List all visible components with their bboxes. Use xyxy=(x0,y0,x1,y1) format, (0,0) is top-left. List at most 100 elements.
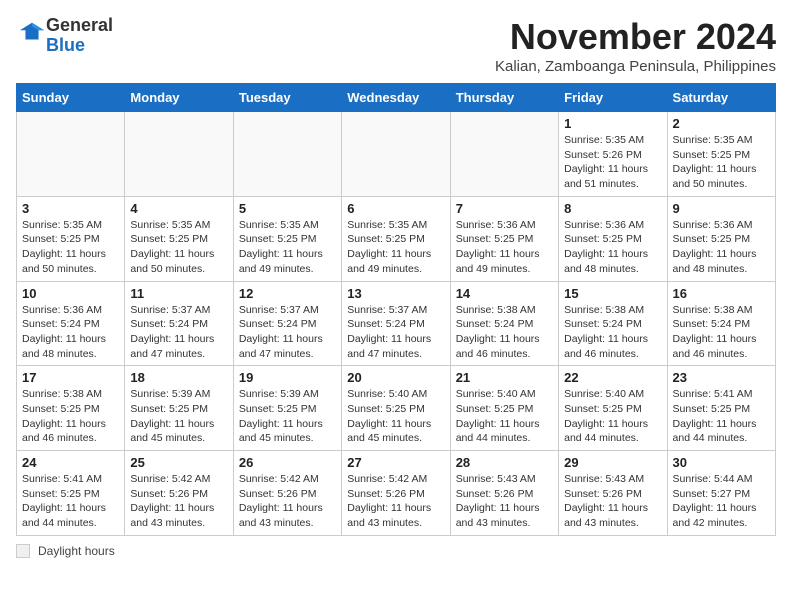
day-number: 9 xyxy=(673,201,770,216)
calendar-cell: 26 Sunrise: 5:42 AM Sunset: 5:26 PM Dayli… xyxy=(233,451,341,536)
calendar-week-1: 1 Sunrise: 5:35 AM Sunset: 5:26 PM Daylig… xyxy=(17,112,776,197)
day-number: 24 xyxy=(22,455,119,470)
day-info: Sunrise: 5:38 AM Sunset: 5:25 PM Dayligh… xyxy=(22,387,119,446)
location-subtitle: Kalian, Zamboanga Peninsula, Philippines xyxy=(495,58,776,75)
calendar-week-4: 17 Sunrise: 5:38 AM Sunset: 5:25 PM Dayli… xyxy=(17,366,776,451)
day-info: Sunrise: 5:35 AM Sunset: 5:26 PM Dayligh… xyxy=(564,133,661,192)
calendar-cell: 24 Sunrise: 5:41 AM Sunset: 5:25 PM Dayli… xyxy=(17,451,125,536)
day-number: 14 xyxy=(456,286,553,301)
calendar-cell xyxy=(342,112,450,197)
calendar-week-2: 3 Sunrise: 5:35 AM Sunset: 5:25 PM Daylig… xyxy=(17,196,776,281)
calendar-cell: 10Sunrise: 5:36 AM Sunset: 5:24 PM Dayli… xyxy=(17,281,125,366)
calendar-header-friday: Friday xyxy=(559,84,667,112)
calendar-cell: 4 Sunrise: 5:35 AM Sunset: 5:25 PM Daylig… xyxy=(125,196,233,281)
calendar-cell: 1 Sunrise: 5:35 AM Sunset: 5:26 PM Daylig… xyxy=(559,112,667,197)
calendar-cell: 23 Sunrise: 5:41 AM Sunset: 5:25 PM Dayli… xyxy=(667,366,775,451)
day-number: 18 xyxy=(130,370,227,385)
day-number: 3 xyxy=(22,201,119,216)
logo-bird-icon xyxy=(18,19,46,47)
calendar-cell: 2 Sunrise: 5:35 AM Sunset: 5:25 PM Daylig… xyxy=(667,112,775,197)
day-info: Sunrise: 5:39 AM Sunset: 5:25 PM Dayligh… xyxy=(239,387,336,446)
day-info: Sunrise: 5:35 AM Sunset: 5:25 PM Dayligh… xyxy=(239,218,336,277)
day-number: 22 xyxy=(564,370,661,385)
day-info: Sunrise: 5:40 AM Sunset: 5:25 PM Dayligh… xyxy=(347,387,444,446)
calendar-header-monday: Monday xyxy=(125,84,233,112)
calendar-cell: 9 Sunrise: 5:36 AM Sunset: 5:25 PM Daylig… xyxy=(667,196,775,281)
calendar-cell: 15 Sunrise: 5:38 AM Sunset: 5:24 PM Dayli… xyxy=(559,281,667,366)
calendar-cell: 16Sunrise: 5:38 AM Sunset: 5:24 PM Dayli… xyxy=(667,281,775,366)
calendar-cell: 12 Sunrise: 5:37 AM Sunset: 5:24 PM Dayli… xyxy=(233,281,341,366)
calendar-cell xyxy=(450,112,558,197)
logo-blue-text: Blue xyxy=(46,35,85,55)
day-info: Sunrise: 5:37 AM Sunset: 5:24 PM Dayligh… xyxy=(239,303,336,362)
calendar-cell: 17 Sunrise: 5:38 AM Sunset: 5:25 PM Dayli… xyxy=(17,366,125,451)
calendar-header-tuesday: Tuesday xyxy=(233,84,341,112)
day-number: 7 xyxy=(456,201,553,216)
day-info: Sunrise: 5:36 AM Sunset: 5:25 PM Dayligh… xyxy=(456,218,553,277)
day-info: Sunrise: 5:35 AM Sunset: 5:25 PM Dayligh… xyxy=(22,218,119,277)
day-info: Sunrise: 5:42 AM Sunset: 5:26 PM Dayligh… xyxy=(130,472,227,531)
calendar-cell: 11 Sunrise: 5:37 AM Sunset: 5:24 PM Dayli… xyxy=(125,281,233,366)
day-number: 12 xyxy=(239,286,336,301)
day-info: Sunrise: 5:35 AM Sunset: 5:25 PM Dayligh… xyxy=(130,218,227,277)
day-number: 16 xyxy=(673,286,770,301)
calendar-cell: 30Sunrise: 5:44 AM Sunset: 5:27 PM Dayli… xyxy=(667,451,775,536)
calendar-table: SundayMondayTuesdayWednesdayThursdayFrid… xyxy=(16,83,776,536)
day-info: Sunrise: 5:38 AM Sunset: 5:24 PM Dayligh… xyxy=(456,303,553,362)
calendar-cell: 14 Sunrise: 5:38 AM Sunset: 5:24 PM Dayli… xyxy=(450,281,558,366)
day-info: Sunrise: 5:37 AM Sunset: 5:24 PM Dayligh… xyxy=(130,303,227,362)
day-info: Sunrise: 5:40 AM Sunset: 5:25 PM Dayligh… xyxy=(456,387,553,446)
day-number: 4 xyxy=(130,201,227,216)
calendar-cell: 6 Sunrise: 5:35 AM Sunset: 5:25 PM Daylig… xyxy=(342,196,450,281)
day-info: Sunrise: 5:42 AM Sunset: 5:26 PM Dayligh… xyxy=(239,472,336,531)
day-number: 5 xyxy=(239,201,336,216)
day-number: 8 xyxy=(564,201,661,216)
day-info: Sunrise: 5:36 AM Sunset: 5:25 PM Dayligh… xyxy=(673,218,770,277)
day-number: 29 xyxy=(564,455,661,470)
calendar-header-thursday: Thursday xyxy=(450,84,558,112)
day-number: 11 xyxy=(130,286,227,301)
day-info: Sunrise: 5:35 AM Sunset: 5:25 PM Dayligh… xyxy=(347,218,444,277)
calendar-cell: 13Sunrise: 5:37 AM Sunset: 5:24 PM Dayli… xyxy=(342,281,450,366)
day-number: 25 xyxy=(130,455,227,470)
day-number: 13 xyxy=(347,286,444,301)
logo: General Blue xyxy=(16,16,113,56)
day-info: Sunrise: 5:40 AM Sunset: 5:25 PM Dayligh… xyxy=(564,387,661,446)
calendar-cell xyxy=(17,112,125,197)
logo-general-text: General xyxy=(46,15,113,35)
calendar-cell: 19Sunrise: 5:39 AM Sunset: 5:25 PM Dayli… xyxy=(233,366,341,451)
day-number: 15 xyxy=(564,286,661,301)
calendar-week-3: 10Sunrise: 5:36 AM Sunset: 5:24 PM Dayli… xyxy=(17,281,776,366)
day-number: 28 xyxy=(456,455,553,470)
day-info: Sunrise: 5:38 AM Sunset: 5:24 PM Dayligh… xyxy=(564,303,661,362)
day-number: 27 xyxy=(347,455,444,470)
day-number: 26 xyxy=(239,455,336,470)
day-number: 23 xyxy=(673,370,770,385)
month-title: November 2024 xyxy=(495,16,776,58)
header: General Blue November 2024 Kalian, Zambo… xyxy=(16,16,776,75)
title-area: November 2024 Kalian, Zamboanga Peninsul… xyxy=(495,16,776,75)
calendar-cell: 29 Sunrise: 5:43 AM Sunset: 5:26 PM Dayli… xyxy=(559,451,667,536)
calendar-cell: 8Sunrise: 5:36 AM Sunset: 5:25 PM Daylig… xyxy=(559,196,667,281)
calendar-header-saturday: Saturday xyxy=(667,84,775,112)
day-number: 1 xyxy=(564,116,661,131)
day-number: 17 xyxy=(22,370,119,385)
calendar-week-5: 24 Sunrise: 5:41 AM Sunset: 5:25 PM Dayli… xyxy=(17,451,776,536)
day-number: 20 xyxy=(347,370,444,385)
calendar-cell: 7 Sunrise: 5:36 AM Sunset: 5:25 PM Daylig… xyxy=(450,196,558,281)
calendar-header-row: SundayMondayTuesdayWednesdayThursdayFrid… xyxy=(17,84,776,112)
calendar-cell: 27Sunrise: 5:42 AM Sunset: 5:26 PM Dayli… xyxy=(342,451,450,536)
day-info: Sunrise: 5:39 AM Sunset: 5:25 PM Dayligh… xyxy=(130,387,227,446)
day-info: Sunrise: 5:41 AM Sunset: 5:25 PM Dayligh… xyxy=(22,472,119,531)
legend-box xyxy=(16,544,30,558)
legend-label: Daylight hours xyxy=(38,544,115,558)
calendar-cell: 5 Sunrise: 5:35 AM Sunset: 5:25 PM Daylig… xyxy=(233,196,341,281)
calendar-cell: 20 Sunrise: 5:40 AM Sunset: 5:25 PM Dayli… xyxy=(342,366,450,451)
day-info: Sunrise: 5:35 AM Sunset: 5:25 PM Dayligh… xyxy=(673,133,770,192)
day-number: 6 xyxy=(347,201,444,216)
day-info: Sunrise: 5:43 AM Sunset: 5:26 PM Dayligh… xyxy=(564,472,661,531)
calendar-header-wednesday: Wednesday xyxy=(342,84,450,112)
day-number: 2 xyxy=(673,116,770,131)
day-info: Sunrise: 5:41 AM Sunset: 5:25 PM Dayligh… xyxy=(673,387,770,446)
day-info: Sunrise: 5:43 AM Sunset: 5:26 PM Dayligh… xyxy=(456,472,553,531)
